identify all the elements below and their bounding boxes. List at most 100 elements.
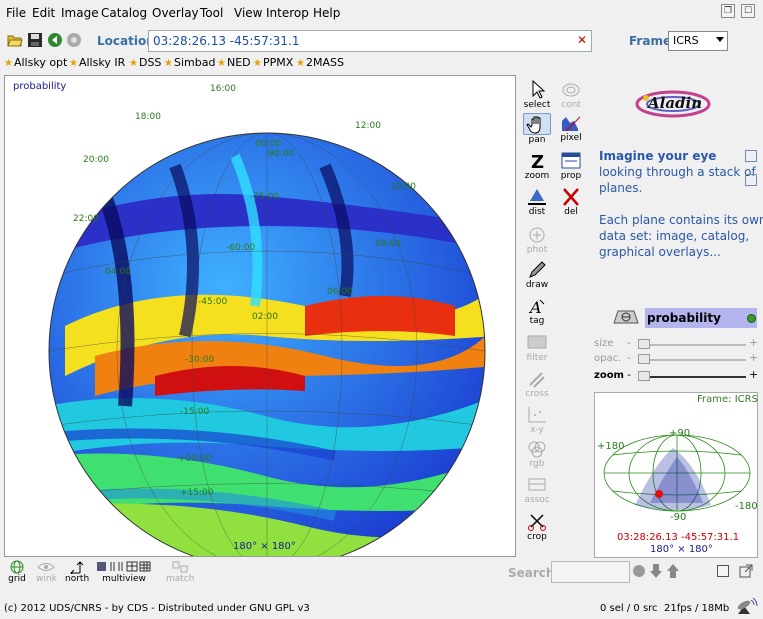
menu-file[interactable]: File — [6, 6, 26, 20]
grid-label: 18:00 — [135, 112, 161, 122]
opacity-minus-button[interactable]: - — [627, 351, 631, 364]
grid-label: +00:00 — [178, 454, 212, 464]
menu-edit[interactable]: Edit — [32, 6, 55, 20]
size-slider[interactable] — [638, 344, 746, 346]
help-title: Imagine your eye — [599, 149, 717, 163]
size-slider-knob[interactable] — [638, 339, 650, 349]
zoom-minus-button[interactable]: - — [627, 368, 631, 381]
plane-name[interactable]: probability — [645, 308, 757, 328]
text-tag-icon: A — [528, 298, 545, 316]
help-detach-icon[interactable] — [745, 174, 757, 186]
help-expand-icon[interactable] — [745, 150, 757, 162]
minimize-panel-icon[interactable] — [717, 565, 729, 577]
search-reset-icon[interactable] — [632, 564, 646, 578]
draw-tool[interactable]: draw — [521, 260, 553, 296]
cross-tool[interactable]: cross — [521, 369, 553, 405]
multiview-layout-icon — [97, 561, 151, 572]
clear-location-icon[interactable]: ✕ — [577, 33, 587, 47]
grid-label: 20:00 — [83, 155, 109, 165]
xy-tool[interactable]: x-y — [521, 405, 553, 441]
multiview-selector[interactable]: multiview — [95, 560, 153, 584]
location-input[interactable]: 03:28:26.13 -45:57:31.1 — [148, 30, 592, 52]
photometry-icon — [529, 227, 545, 243]
bookmark-label: DSS — [138, 56, 162, 69]
opacity-slider-knob[interactable] — [638, 354, 650, 364]
plane-stack-icon[interactable] — [610, 309, 642, 325]
opacity-plus-button[interactable]: + — [749, 351, 758, 364]
preview-axis-label: -90 — [670, 512, 687, 523]
tool-label: pixel — [560, 133, 582, 143]
select-tool[interactable]: select — [521, 80, 553, 116]
xy-plot-icon — [528, 407, 546, 423]
dist-tool[interactable]: dist — [521, 187, 553, 223]
zoom-slider[interactable] — [638, 376, 746, 378]
arrow-up-icon[interactable] — [666, 563, 680, 579]
open-folder-icon[interactable] — [7, 32, 23, 48]
chevron-down-icon[interactable] — [716, 37, 724, 42]
search-input[interactable] — [551, 561, 630, 583]
tag-tool[interactable]: A tag — [521, 296, 553, 332]
tool-label: select — [523, 100, 551, 110]
bookmark-ppmx[interactable]: ★PPMX — [253, 56, 293, 69]
menu-catalog[interactable]: Catalog — [101, 6, 147, 20]
grid-label: 22:00 — [73, 214, 99, 224]
north-arrow-icon — [70, 561, 84, 574]
close-icon[interactable]: ☐ — [741, 4, 755, 18]
menu-image[interactable]: Image — [61, 6, 99, 20]
wink-toggle[interactable]: wink — [36, 560, 57, 584]
bookmark-dss[interactable]: ★DSS — [129, 56, 161, 69]
north-toggle[interactable]: north — [65, 560, 89, 584]
menu-interop[interactable]: Interop — [266, 6, 309, 20]
opacity-slider[interactable] — [638, 359, 746, 361]
rgb-tool[interactable]: rgb — [521, 439, 553, 475]
size-slider-label: size — [594, 338, 614, 349]
bookmark-label: 2MASS — [305, 56, 344, 69]
delete-tool[interactable]: del — [555, 187, 587, 223]
bookmark-simbad[interactable]: ★Simbad — [164, 56, 215, 69]
arrow-down-icon[interactable] — [649, 563, 663, 579]
bookmark-ned[interactable]: ★NED — [217, 56, 251, 69]
grid-toggle[interactable]: grid — [8, 560, 26, 584]
tool-label: cont — [561, 100, 581, 110]
grid-label: 10:00 — [390, 182, 416, 192]
zoom-slider-knob[interactable] — [638, 371, 650, 381]
size-minus-button[interactable]: - — [627, 336, 631, 349]
satellite-dish-icon[interactable] — [735, 597, 759, 617]
sky-view[interactable]: probability 16:00 18:00 20:00 22:00 12:0… — [4, 75, 516, 557]
prop-tool[interactable]: prop — [555, 151, 587, 187]
pixel-tool[interactable]: pixel — [555, 113, 587, 149]
back-icon[interactable] — [47, 32, 63, 48]
tool-label: phot — [526, 245, 548, 255]
help-line: Each plane contains its own — [599, 213, 763, 227]
location-label: Location — [97, 34, 155, 48]
phot-tool[interactable]: phot — [521, 225, 553, 261]
menu-overlay[interactable]: Overlay — [152, 6, 199, 20]
menu-view[interactable]: View — [234, 6, 262, 20]
bookmark-label: Allsky IR — [78, 56, 126, 69]
contour-tool[interactable]: cont — [555, 80, 587, 116]
external-window-icon[interactable] — [739, 564, 753, 578]
restore-icon[interactable]: ❐ — [721, 4, 735, 18]
zoom-plus-button[interactable]: + — [749, 368, 758, 381]
pan-tool[interactable]: pan — [521, 113, 553, 149]
match-toggle[interactable]: match — [166, 560, 194, 584]
filter-tool[interactable]: filter — [521, 333, 553, 369]
scissors-icon — [528, 514, 546, 531]
bookmark-2mass[interactable]: ★2MASS — [296, 56, 344, 69]
menu-help[interactable]: Help — [313, 6, 340, 20]
zoom-tool[interactable]: Z zoom — [521, 151, 553, 187]
plane-status-indicator — [747, 314, 756, 323]
sky-sphere[interactable]: 16:00 18:00 20:00 22:00 12:00 10:00 08:0… — [5, 76, 516, 557]
save-icon[interactable] — [27, 32, 43, 48]
grid-label: 08:00 — [375, 239, 401, 249]
assoc-tool[interactable]: assoc — [521, 475, 553, 511]
crop-tool[interactable]: crop — [521, 512, 553, 548]
bookmark-allsky-ir[interactable]: ★Allsky IR — [69, 56, 125, 69]
size-plus-button[interactable]: + — [749, 336, 758, 349]
menu-bar: File Edit Image Catalog Overlay Tool Vie… — [0, 0, 763, 26]
menu-tool[interactable]: Tool — [200, 6, 223, 20]
tool-label: draw — [525, 280, 549, 290]
bookmark-allsky-opt[interactable]: ★Allsky opt — [4, 56, 67, 69]
stop-icon[interactable] — [66, 32, 82, 48]
multiview-label: multiview — [102, 574, 146, 584]
